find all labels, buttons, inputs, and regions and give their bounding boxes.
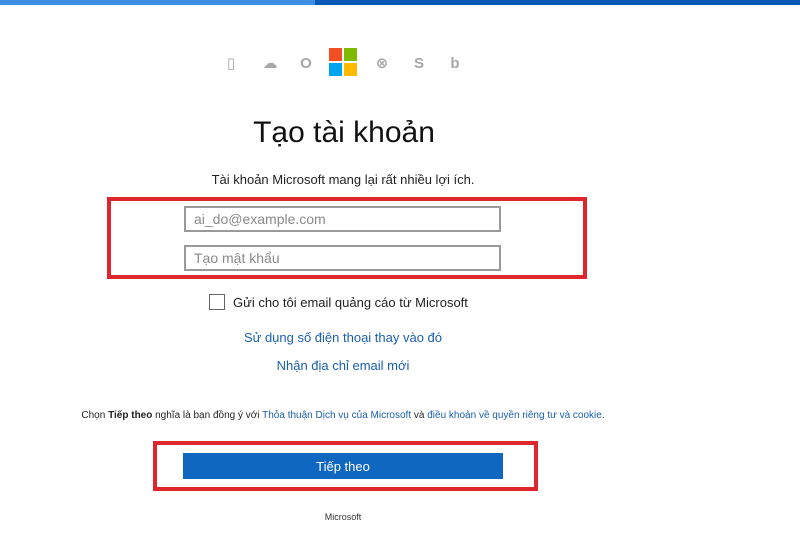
- promo-email-checkbox[interactable]: [209, 294, 225, 310]
- xbox-icon: ⊗: [375, 55, 389, 72]
- logo-square-green: [344, 48, 357, 61]
- office-icon: ▯: [226, 55, 236, 72]
- skype-icon: S: [413, 55, 424, 72]
- promo-email-label[interactable]: Gửi cho tôi email quảng cáo từ Microsoft: [233, 295, 468, 310]
- product-icons-row: ▯ ☁ O ⊗ S b: [0, 48, 800, 78]
- highlight-box-inputs: [107, 197, 587, 279]
- use-phone-link[interactable]: Sử dụng số điện thoại thay vào đó: [0, 330, 686, 345]
- footer-brand: Microsoft: [324, 512, 362, 522]
- onedrive-icon: ☁: [262, 55, 278, 72]
- logo-square-red: [329, 48, 342, 61]
- highlight-box-next: [153, 441, 538, 491]
- logo-square-yellow: [344, 63, 357, 76]
- terms-bold: Tiếp theo: [108, 410, 153, 421]
- promo-email-option: Gửi cho tôi email quảng cáo từ Microsoft: [209, 292, 468, 312]
- page-title: Tạo tài khoản: [253, 116, 435, 149]
- top-accent-bar: [0, 0, 800, 5]
- page-subtitle: Tài khoản Microsoft mang lại rất nhiều l…: [211, 172, 475, 187]
- privacy-link[interactable]: điều khoản về quyền riêng tư và cookie: [427, 410, 602, 421]
- terms-middle: nghĩa là bạn đồng ý với: [152, 410, 263, 421]
- microsoft-logo-icon: [329, 48, 357, 76]
- terms-prefix: Chọn: [81, 410, 109, 421]
- top-accent-bar-left: [0, 0, 315, 5]
- terms-and: và: [411, 410, 428, 421]
- logo-square-blue: [329, 63, 342, 76]
- outlook-icon: O: [300, 55, 312, 72]
- terms-text: Chọn Tiếp theo nghĩa là bạn đồng ý với T…: [0, 409, 686, 422]
- bing-icon: b: [450, 55, 460, 72]
- service-agreement-link[interactable]: Thỏa thuận Dịch vụ của Microsoft: [262, 410, 411, 421]
- terms-suffix: .: [601, 410, 605, 421]
- new-email-link[interactable]: Nhận địa chỉ email mới: [0, 358, 686, 373]
